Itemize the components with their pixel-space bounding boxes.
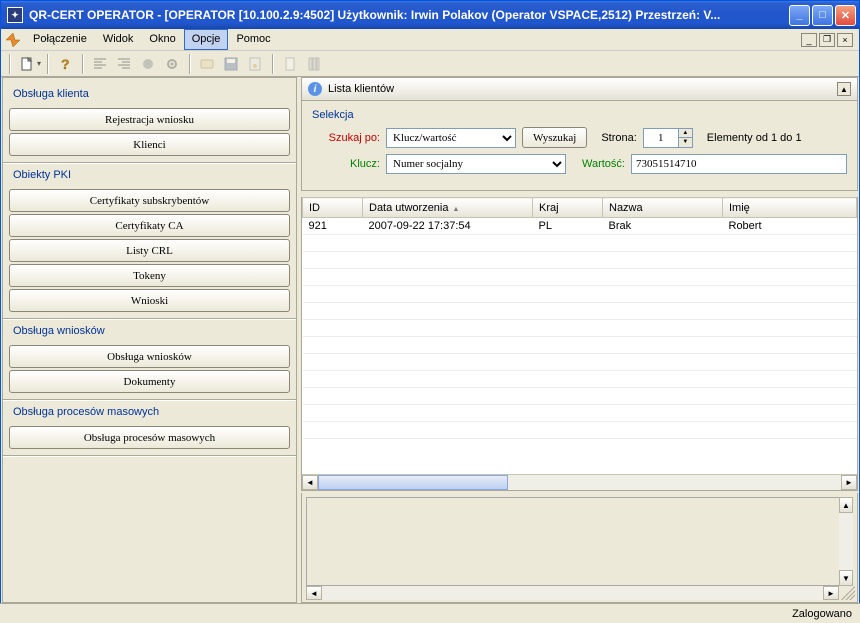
menubar: Połączenie Widok Okno Opcje Pomoc _ ❐ × [1,29,859,51]
klucz-label: Klucz: [312,158,380,170]
log-hscrollbar[interactable]: ◄ ► [306,586,839,600]
toolbar-new-button[interactable] [16,53,38,75]
toolbar-align-right-button [113,53,135,75]
cell-nazwa: Brak [603,218,723,235]
elementy-label: Elementy od 1 do 1 [707,132,802,144]
scroll-thumb[interactable] [318,475,508,490]
toolbar-gear-button [161,53,183,75]
sidebar-group-procesy-masowe: Obsługa procesów masowych [9,400,290,424]
col-nazwa[interactable]: Nazwa [603,198,723,218]
panel-collapse-button[interactable]: ▲ [837,82,851,96]
wartosc-label: Wartość: [582,158,625,170]
app-small-icon [5,32,21,48]
log-scroll-left[interactable]: ◄ [306,586,322,600]
log-scroll-down[interactable]: ▼ [839,570,853,586]
cell-id: 921 [303,218,363,235]
mdi-close-button[interactable]: × [837,33,853,47]
sidebar-group-obsluga-wnioskow: Obsługa wniosków [9,319,290,343]
klucz-select[interactable]: Numer socjalny [386,154,566,174]
mdi-minimize-button[interactable]: _ [801,33,817,47]
toolbar-record-button [137,53,159,75]
toolbar-page-button [279,53,301,75]
clients-table[interactable]: ID Data utworzenia▲ Kraj Nazwa Imię 921 … [302,197,857,439]
titlebar: ✦ QR-CERT OPERATOR - [OPERATOR [10.100.2… [1,1,859,29]
sidebar-btn-tokeny[interactable]: Tokeny [9,264,290,287]
wyszukaj-button[interactable]: Wyszukaj [522,127,587,148]
panel-title: Lista klientów [328,83,394,95]
sidebar-btn-klienci[interactable]: Klienci [9,133,290,156]
info-icon: i [308,82,322,96]
toolbar-save-button [220,53,242,75]
log-content [306,497,853,586]
strona-label: Strona: [601,132,636,144]
sidebar-btn-listy-crl[interactable]: Listy CRL [9,239,290,262]
panel-header: i Lista klientów ▲ [301,77,858,101]
toolbar-align-left-button [89,53,111,75]
resize-grip[interactable] [841,586,855,600]
sidebar-btn-certyfikaty-subskrybentow[interactable]: Certyfikaty subskrybentów [9,189,290,212]
sidebar-btn-dokumenty[interactable]: Dokumenty [9,370,290,393]
strona-spinner[interactable]: ▲▼ [643,128,693,148]
window-minimize-button[interactable]: _ [789,5,810,26]
table-row[interactable]: 921 2007-09-22 17:37:54 PL Brak Robert [303,218,857,235]
sidebar-btn-wnioski[interactable]: Wnioski [9,289,290,312]
toolbar: ▾ ? [1,51,859,77]
menu-opcje[interactable]: Opcje [184,29,229,50]
statusbar: Zalogowano [0,603,860,623]
col-kraj[interactable]: Kraj [533,198,603,218]
sidebar-btn-procesy-masowe[interactable]: Obsługa procesów masowych [9,426,290,449]
dropdown-arrow-icon[interactable]: ▾ [37,59,41,68]
cell-kraj: PL [533,218,603,235]
app-icon: ✦ [7,7,23,23]
sidebar-btn-certyfikaty-ca[interactable]: Certyfikaty CA [9,214,290,237]
sidebar-btn-rejestracja-wniosku[interactable]: Rejestracja wniosku [9,108,290,131]
col-id[interactable]: ID [303,198,363,218]
log-scroll-right[interactable]: ► [823,586,839,600]
spinner-down[interactable]: ▼ [678,138,692,147]
toolbar-card-button [196,53,218,75]
svg-text:?: ? [61,56,70,72]
strona-input[interactable] [644,132,678,144]
toolbar-certificate-button [244,53,266,75]
log-vscrollbar[interactable]: ▲ ▼ [839,497,853,586]
menu-widok[interactable]: Widok [95,29,142,50]
scroll-left-button[interactable]: ◄ [302,475,318,490]
toolbar-help-button[interactable]: ? [54,53,76,75]
sidebar: Obsługa klienta Rejestracja wniosku Klie… [2,77,297,603]
mdi-restore-button[interactable]: ❐ [819,33,835,47]
sidebar-btn-obsluga-wnioskow[interactable]: Obsługa wniosków [9,345,290,368]
cell-data: 2007-09-22 17:37:54 [363,218,533,235]
sidebar-group-obsluga-klienta: Obsługa klienta [9,82,290,106]
col-data-utworzenia[interactable]: Data utworzenia▲ [363,198,533,218]
spinner-up[interactable]: ▲ [678,129,692,138]
sidebar-group-obiekty-pki: Obiekty PKI [9,163,290,187]
window-close-button[interactable]: ✕ [835,5,856,26]
right-panel: i Lista klientów ▲ Selekcja Szukaj po: K… [301,77,858,603]
table-container: ID Data utworzenia▲ Kraj Nazwa Imię 921 … [301,197,858,491]
col-imie[interactable]: Imię [723,198,857,218]
selection-title: Selekcja [312,109,847,121]
szukaj-po-select[interactable]: Klucz/wartość [386,128,516,148]
szukaj-po-label: Szukaj po: [312,132,380,144]
table-hscrollbar[interactable]: ◄ ► [302,474,857,490]
log-panel: ▲ ▼ ◄ ► [301,493,858,603]
cell-imie: Robert [723,218,857,235]
window-maximize-button[interactable]: □ [812,5,833,26]
log-scroll-up[interactable]: ▲ [839,497,853,513]
menu-polaczenie[interactable]: Połączenie [25,29,95,50]
menu-pomoc[interactable]: Pomoc [228,29,278,50]
selection-box: Selekcja Szukaj po: Klucz/wartość Wyszuk… [301,101,858,191]
wartosc-input[interactable] [631,154,847,174]
window-title: QR-CERT OPERATOR - [OPERATOR [10.100.2.9… [29,8,789,22]
toolbar-columns-button [303,53,325,75]
status-text: Zalogowano [792,608,852,620]
menu-okno[interactable]: Okno [141,29,183,50]
scroll-right-button[interactable]: ► [841,475,857,490]
sort-asc-icon: ▲ [453,206,460,213]
